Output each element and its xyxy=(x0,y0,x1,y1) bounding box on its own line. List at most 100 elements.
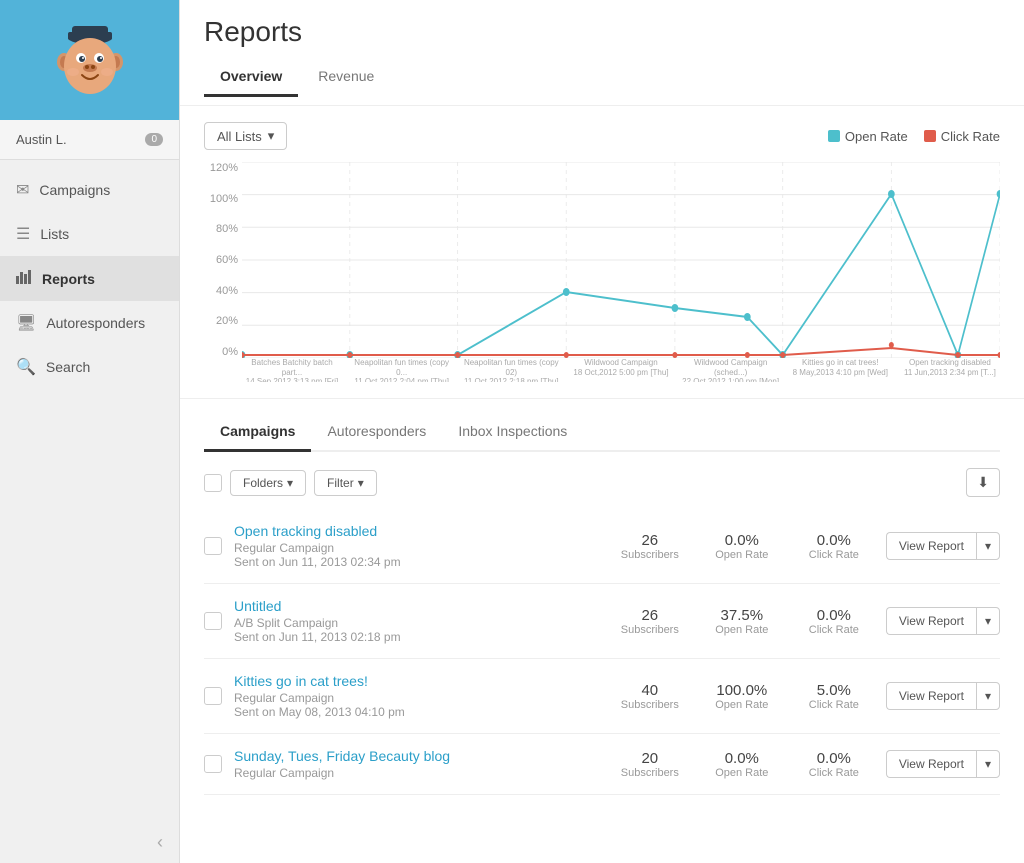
campaign-name-1[interactable]: Untitled xyxy=(234,598,598,614)
open-rate-label-3: Open Rate xyxy=(702,767,782,779)
campaign-name-2[interactable]: Kitties go in cat trees! xyxy=(234,673,598,689)
view-report-chevron-icon-2: ▾ xyxy=(985,689,991,703)
view-report-arrow-3[interactable]: ▾ xyxy=(976,750,1000,778)
sidebar-user[interactable]: Austin L. 0 xyxy=(0,120,179,160)
filter-dropdown[interactable]: Filter ▾ xyxy=(314,470,377,496)
page-header: Reports Overview Revenue xyxy=(180,0,1024,106)
view-report-arrow-2[interactable]: ▾ xyxy=(976,682,1000,710)
open-rate-dot xyxy=(828,130,840,142)
subscribers-label-2: Subscribers xyxy=(610,699,690,711)
folders-dropdown[interactable]: Folders ▾ xyxy=(230,470,306,496)
table-row: Untitled A/B Split Campaign Sent on Jun … xyxy=(204,584,1000,659)
list-toolbar: Folders ▾ Filter ▾ ⬇ xyxy=(204,468,1000,497)
open-rate-label: Open Rate xyxy=(845,129,908,144)
view-report-main-0[interactable]: View Report xyxy=(886,532,976,560)
row-checkbox-2[interactable] xyxy=(204,687,222,705)
chart-legend: Open Rate Click Rate xyxy=(828,129,1000,144)
tab-overview[interactable]: Overview xyxy=(204,60,298,97)
user-name: Austin L. xyxy=(16,132,67,147)
page-tabs: Overview Revenue xyxy=(204,60,1000,97)
campaign-click-rate-2: 5.0% Click Rate xyxy=(794,682,874,711)
reports-icon xyxy=(16,268,32,289)
subscribers-label-3: Subscribers xyxy=(610,767,690,779)
folders-chevron-icon: ▾ xyxy=(287,476,293,490)
sidebar-nav: ✉ Campaigns ☰ Lists Reports 🖥 Autorespon… xyxy=(0,160,179,822)
view-report-btn-2: View Report ▾ xyxy=(886,682,1000,710)
chart-svg-area xyxy=(242,162,1000,358)
list-tab-autoresponders[interactable]: Autoresponders xyxy=(311,415,442,452)
campaign-date-1: Sent on Jun 11, 2013 02:18 pm xyxy=(234,630,598,644)
dropdown-chevron-icon: ▾ xyxy=(268,128,275,144)
sidebar-item-lists[interactable]: ☰ Lists xyxy=(0,212,179,256)
table-row: Kitties go in cat trees! Regular Campaig… xyxy=(204,659,1000,734)
view-report-arrow-0[interactable]: ▾ xyxy=(976,532,1000,560)
campaign-open-rate-1: 37.5% Open Rate xyxy=(702,607,782,636)
campaign-name-0[interactable]: Open tracking disabled xyxy=(234,523,598,539)
view-report-chevron-icon-3: ▾ xyxy=(985,757,991,771)
list-section: Campaigns Autoresponders Inbox Inspectio… xyxy=(180,399,1024,819)
open-rate-legend: Open Rate xyxy=(828,129,908,144)
click-rate-label-0: Click Rate xyxy=(794,549,874,561)
view-report-arrow-1[interactable]: ▾ xyxy=(976,607,1000,635)
subscribers-label-1: Subscribers xyxy=(610,624,690,636)
subscribers-value-0: 26 xyxy=(610,532,690,549)
campaign-date-0: Sent on Jun 11, 2013 02:34 pm xyxy=(234,555,598,569)
campaign-type-3: Regular Campaign xyxy=(234,766,598,780)
row-checkbox-0[interactable] xyxy=(204,537,222,555)
sidebar-logo xyxy=(0,0,179,120)
click-rate-value-2: 5.0% xyxy=(794,682,874,699)
sidebar-item-autoresponders[interactable]: 🖥 Autoresponders xyxy=(0,301,179,345)
open-rate-value-3: 0.0% xyxy=(702,750,782,767)
tab-revenue[interactable]: Revenue xyxy=(302,60,390,97)
sidebar-item-campaigns[interactable]: ✉ Campaigns xyxy=(0,168,179,212)
campaign-name-3[interactable]: Sunday, Tues, Friday Becauty blog xyxy=(234,748,598,764)
campaign-subscribers-3: 20 Subscribers xyxy=(610,750,690,779)
view-report-btn-0: View Report ▾ xyxy=(886,532,1000,560)
subscribers-label-0: Subscribers xyxy=(610,549,690,561)
open-rate-value-1: 37.5% xyxy=(702,607,782,624)
view-report-main-3[interactable]: View Report xyxy=(886,750,976,778)
campaign-subscribers-2: 40 Subscribers xyxy=(610,682,690,711)
view-report-chevron-icon-0: ▾ xyxy=(985,539,991,553)
view-report-chevron-icon-1: ▾ xyxy=(985,614,991,628)
filter-chevron-icon: ▾ xyxy=(358,476,364,490)
main-content: Reports Overview Revenue All Lists ▾ Ope… xyxy=(180,0,1024,863)
campaign-click-rate-3: 0.0% Click Rate xyxy=(794,750,874,779)
view-report-main-2[interactable]: View Report xyxy=(886,682,976,710)
campaign-type-1: A/B Split Campaign xyxy=(234,616,598,630)
click-rate-value-0: 0.0% xyxy=(794,532,874,549)
download-button[interactable]: ⬇ xyxy=(966,468,1000,497)
sidebar-item-label: Lists xyxy=(40,226,69,242)
campaign-info-3: Sunday, Tues, Friday Becauty blog Regula… xyxy=(234,748,598,780)
sidebar-item-reports[interactable]: Reports xyxy=(0,256,179,301)
sidebar-item-label: Autoresponders xyxy=(46,315,145,331)
list-tab-campaigns[interactable]: Campaigns xyxy=(204,415,311,452)
click-rate-legend: Click Rate xyxy=(924,129,1000,144)
view-report-main-1[interactable]: View Report xyxy=(886,607,976,635)
table-row: Sunday, Tues, Friday Becauty blog Regula… xyxy=(204,734,1000,795)
lists-icon: ☰ xyxy=(16,224,30,244)
campaign-date-2: Sent on May 08, 2013 04:10 pm xyxy=(234,705,598,719)
open-rate-label-1: Open Rate xyxy=(702,624,782,636)
open-rate-value-0: 0.0% xyxy=(702,532,782,549)
campaign-click-rate-1: 0.0% Click Rate xyxy=(794,607,874,636)
subscribers-value-1: 26 xyxy=(610,607,690,624)
open-rate-label-2: Open Rate xyxy=(702,699,782,711)
click-rate-label: Click Rate xyxy=(941,129,1000,144)
subscribers-value-2: 40 xyxy=(610,682,690,699)
chart-y-labels: 120% 100% 80% 60% 40% 20% 0% xyxy=(204,162,242,358)
chart-container: 120% 100% 80% 60% 40% 20% 0% xyxy=(204,162,1000,382)
campaign-open-rate-2: 100.0% Open Rate xyxy=(702,682,782,711)
row-checkbox-3[interactable] xyxy=(204,755,222,773)
sidebar-collapse-button[interactable]: ‹ xyxy=(0,822,179,863)
sidebar-item-search[interactable]: 🔍 Search xyxy=(0,345,179,389)
all-lists-dropdown[interactable]: All Lists ▾ xyxy=(204,122,287,150)
filter-label: Filter xyxy=(327,476,354,490)
sidebar-item-label: Campaigns xyxy=(39,182,110,198)
view-report-btn-1: View Report ▾ xyxy=(886,607,1000,635)
list-tab-inbox-inspections[interactable]: Inbox Inspections xyxy=(442,415,583,452)
row-checkbox-1[interactable] xyxy=(204,612,222,630)
campaign-open-rate-3: 0.0% Open Rate xyxy=(702,750,782,779)
select-all-checkbox[interactable] xyxy=(204,474,222,492)
folders-label: Folders xyxy=(243,476,283,490)
